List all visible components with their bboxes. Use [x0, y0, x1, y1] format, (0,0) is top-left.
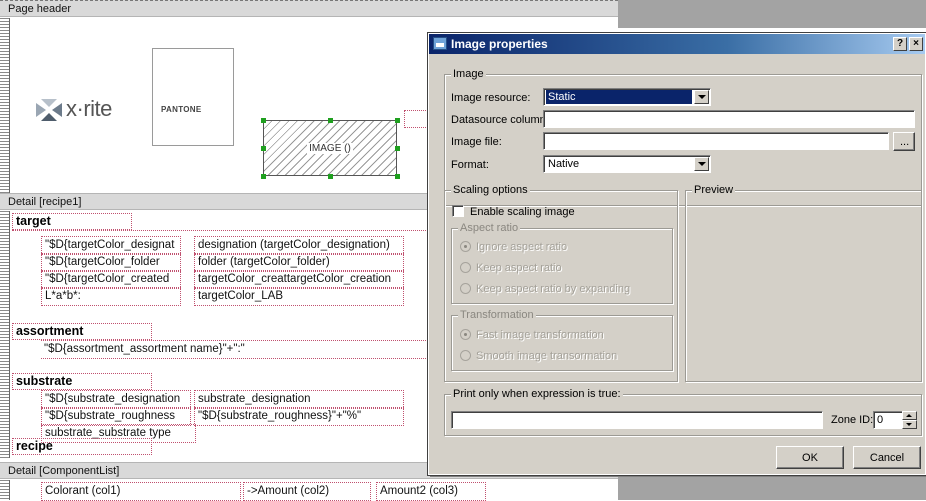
ignore-aspect-label[interactable]: Ignore aspect ratio — [476, 241, 567, 253]
resize-handle[interactable] — [261, 146, 266, 151]
chevron-down-icon[interactable] — [694, 157, 709, 171]
zone-id-label: Zone ID: — [831, 414, 874, 426]
xrite-logo-text: x·rite — [66, 96, 112, 121]
image-properties-icon — [433, 37, 447, 50]
transformation-title: Transformation — [458, 309, 536, 321]
section-assortment-label: assortment — [16, 324, 84, 338]
resize-handle[interactable] — [328, 118, 333, 123]
image-placeholder-label: IMAGE () — [307, 143, 353, 154]
spin-down-icon[interactable] — [902, 420, 917, 429]
component-field[interactable]: ->Amount (col2) — [243, 482, 371, 501]
datasource-column-label: Datasource column: — [451, 114, 549, 126]
section-assortment[interactable]: assortment — [12, 323, 152, 340]
image-resource-label: Image resource: — [451, 92, 531, 104]
ok-button[interactable]: OK — [776, 446, 844, 469]
preview-group: Preview — [685, 184, 922, 382]
aspect-ratio-group: Aspect ratio Ignore aspect ratio Keep as… — [451, 222, 673, 304]
close-button[interactable]: × — [909, 37, 923, 51]
xrite-mark-icon — [36, 99, 62, 122]
vertical-ruler — [0, 211, 10, 458]
substrate-field-value[interactable]: "$D{substrate_roughness}"+"%" — [194, 407, 404, 426]
image-group-title: Image — [451, 68, 486, 80]
image-resource-select[interactable]: Static — [543, 88, 711, 106]
resize-handle[interactable] — [261, 118, 266, 123]
image-resource-value: Static — [546, 90, 692, 104]
keep-aspect-expand-radio[interactable] — [460, 283, 471, 294]
resize-handle[interactable] — [395, 146, 400, 151]
zone-id-input[interactable] — [873, 411, 903, 429]
print-expression-title: Print only when expression is true: — [451, 388, 623, 400]
preview-title: Preview — [692, 184, 736, 196]
component-field[interactable]: Colorant (col1) — [41, 482, 241, 501]
resize-handle[interactable] — [395, 118, 400, 123]
ignore-aspect-radio[interactable] — [460, 241, 471, 252]
workspace-background — [618, 0, 926, 28]
dialog-title: Image properties — [451, 37, 548, 51]
target-field-value[interactable]: targetColor_LAB — [194, 287, 404, 306]
enable-scaling-checkbox[interactable] — [452, 205, 464, 217]
transformation-group: Transformation Fast image transformation… — [451, 309, 673, 371]
format-select[interactable]: Native — [543, 155, 711, 173]
format-value: Native — [548, 158, 580, 170]
section-recipe-label: recipe — [16, 439, 53, 453]
detail-component-label: Detail [ComponentList] — [8, 465, 120, 477]
dialog-titlebar[interactable]: Image properties ? × — [429, 34, 925, 54]
section-recipe[interactable]: recipe — [12, 438, 152, 455]
format-label: Format: — [451, 159, 489, 171]
resize-handle[interactable] — [395, 174, 400, 179]
browse-file-button[interactable]: ... — [893, 132, 915, 151]
pantone-logo[interactable]: PANTONE — [152, 48, 234, 146]
component-field[interactable]: Amount2 (col3) — [376, 482, 486, 501]
keep-aspect-radio[interactable] — [460, 262, 471, 273]
datasource-column-input[interactable] — [543, 110, 915, 128]
fast-transform-label[interactable]: Fast image transformation — [476, 329, 604, 341]
target-field-label[interactable]: L*a*b*: — [41, 287, 181, 306]
chevron-down-icon[interactable] — [694, 90, 709, 104]
scaling-options-title: Scaling options — [451, 184, 530, 196]
vertical-ruler — [0, 480, 10, 500]
fast-transform-radio[interactable] — [460, 329, 471, 340]
help-button[interactable]: ? — [893, 37, 907, 51]
print-expression-group: Print only when expression is true: Zone… — [444, 388, 922, 436]
smooth-transform-label[interactable]: Smooth image transormation — [476, 350, 617, 362]
section-target[interactable]: target — [12, 213, 132, 230]
detail-recipe-label: Detail [recipe1] — [8, 196, 82, 208]
spin-up-icon[interactable] — [902, 411, 917, 420]
keep-aspect-label[interactable]: Keep aspect ratio — [476, 262, 562, 274]
enable-scaling-label[interactable]: Enable scaling image — [470, 206, 575, 218]
image-properties-dialog: Image properties ? × Image Image resourc… — [427, 32, 926, 476]
smooth-transform-radio[interactable] — [460, 350, 471, 361]
xrite-logo[interactable]: x·rite — [36, 96, 112, 122]
header-field[interactable] — [404, 110, 428, 128]
zone-id-spinner[interactable] — [902, 411, 917, 429]
print-expression-input[interactable] — [451, 411, 823, 429]
resize-handle[interactable] — [261, 174, 266, 179]
page-header-band[interactable]: Page header — [0, 0, 618, 17]
aspect-ratio-title: Aspect ratio — [458, 222, 521, 234]
section-substrate[interactable]: substrate — [12, 373, 152, 390]
image-file-label: Image file: — [451, 136, 502, 148]
image-file-input[interactable] — [543, 132, 889, 150]
section-target-label: target — [16, 214, 51, 228]
vertical-ruler — [0, 18, 10, 193]
image-placeholder-element[interactable]: IMAGE () — [261, 118, 400, 179]
resize-handle[interactable] — [328, 174, 333, 179]
page-header-label: Page header — [8, 3, 71, 15]
scaling-options-group: Scaling options Enable scaling image Asp… — [444, 184, 678, 382]
keep-aspect-expand-label[interactable]: Keep aspect ratio by expanding — [476, 283, 630, 295]
cancel-button[interactable]: Cancel — [853, 446, 921, 469]
section-substrate-label: substrate — [16, 374, 73, 388]
pantone-logo-text: PANTONE — [161, 105, 202, 114]
